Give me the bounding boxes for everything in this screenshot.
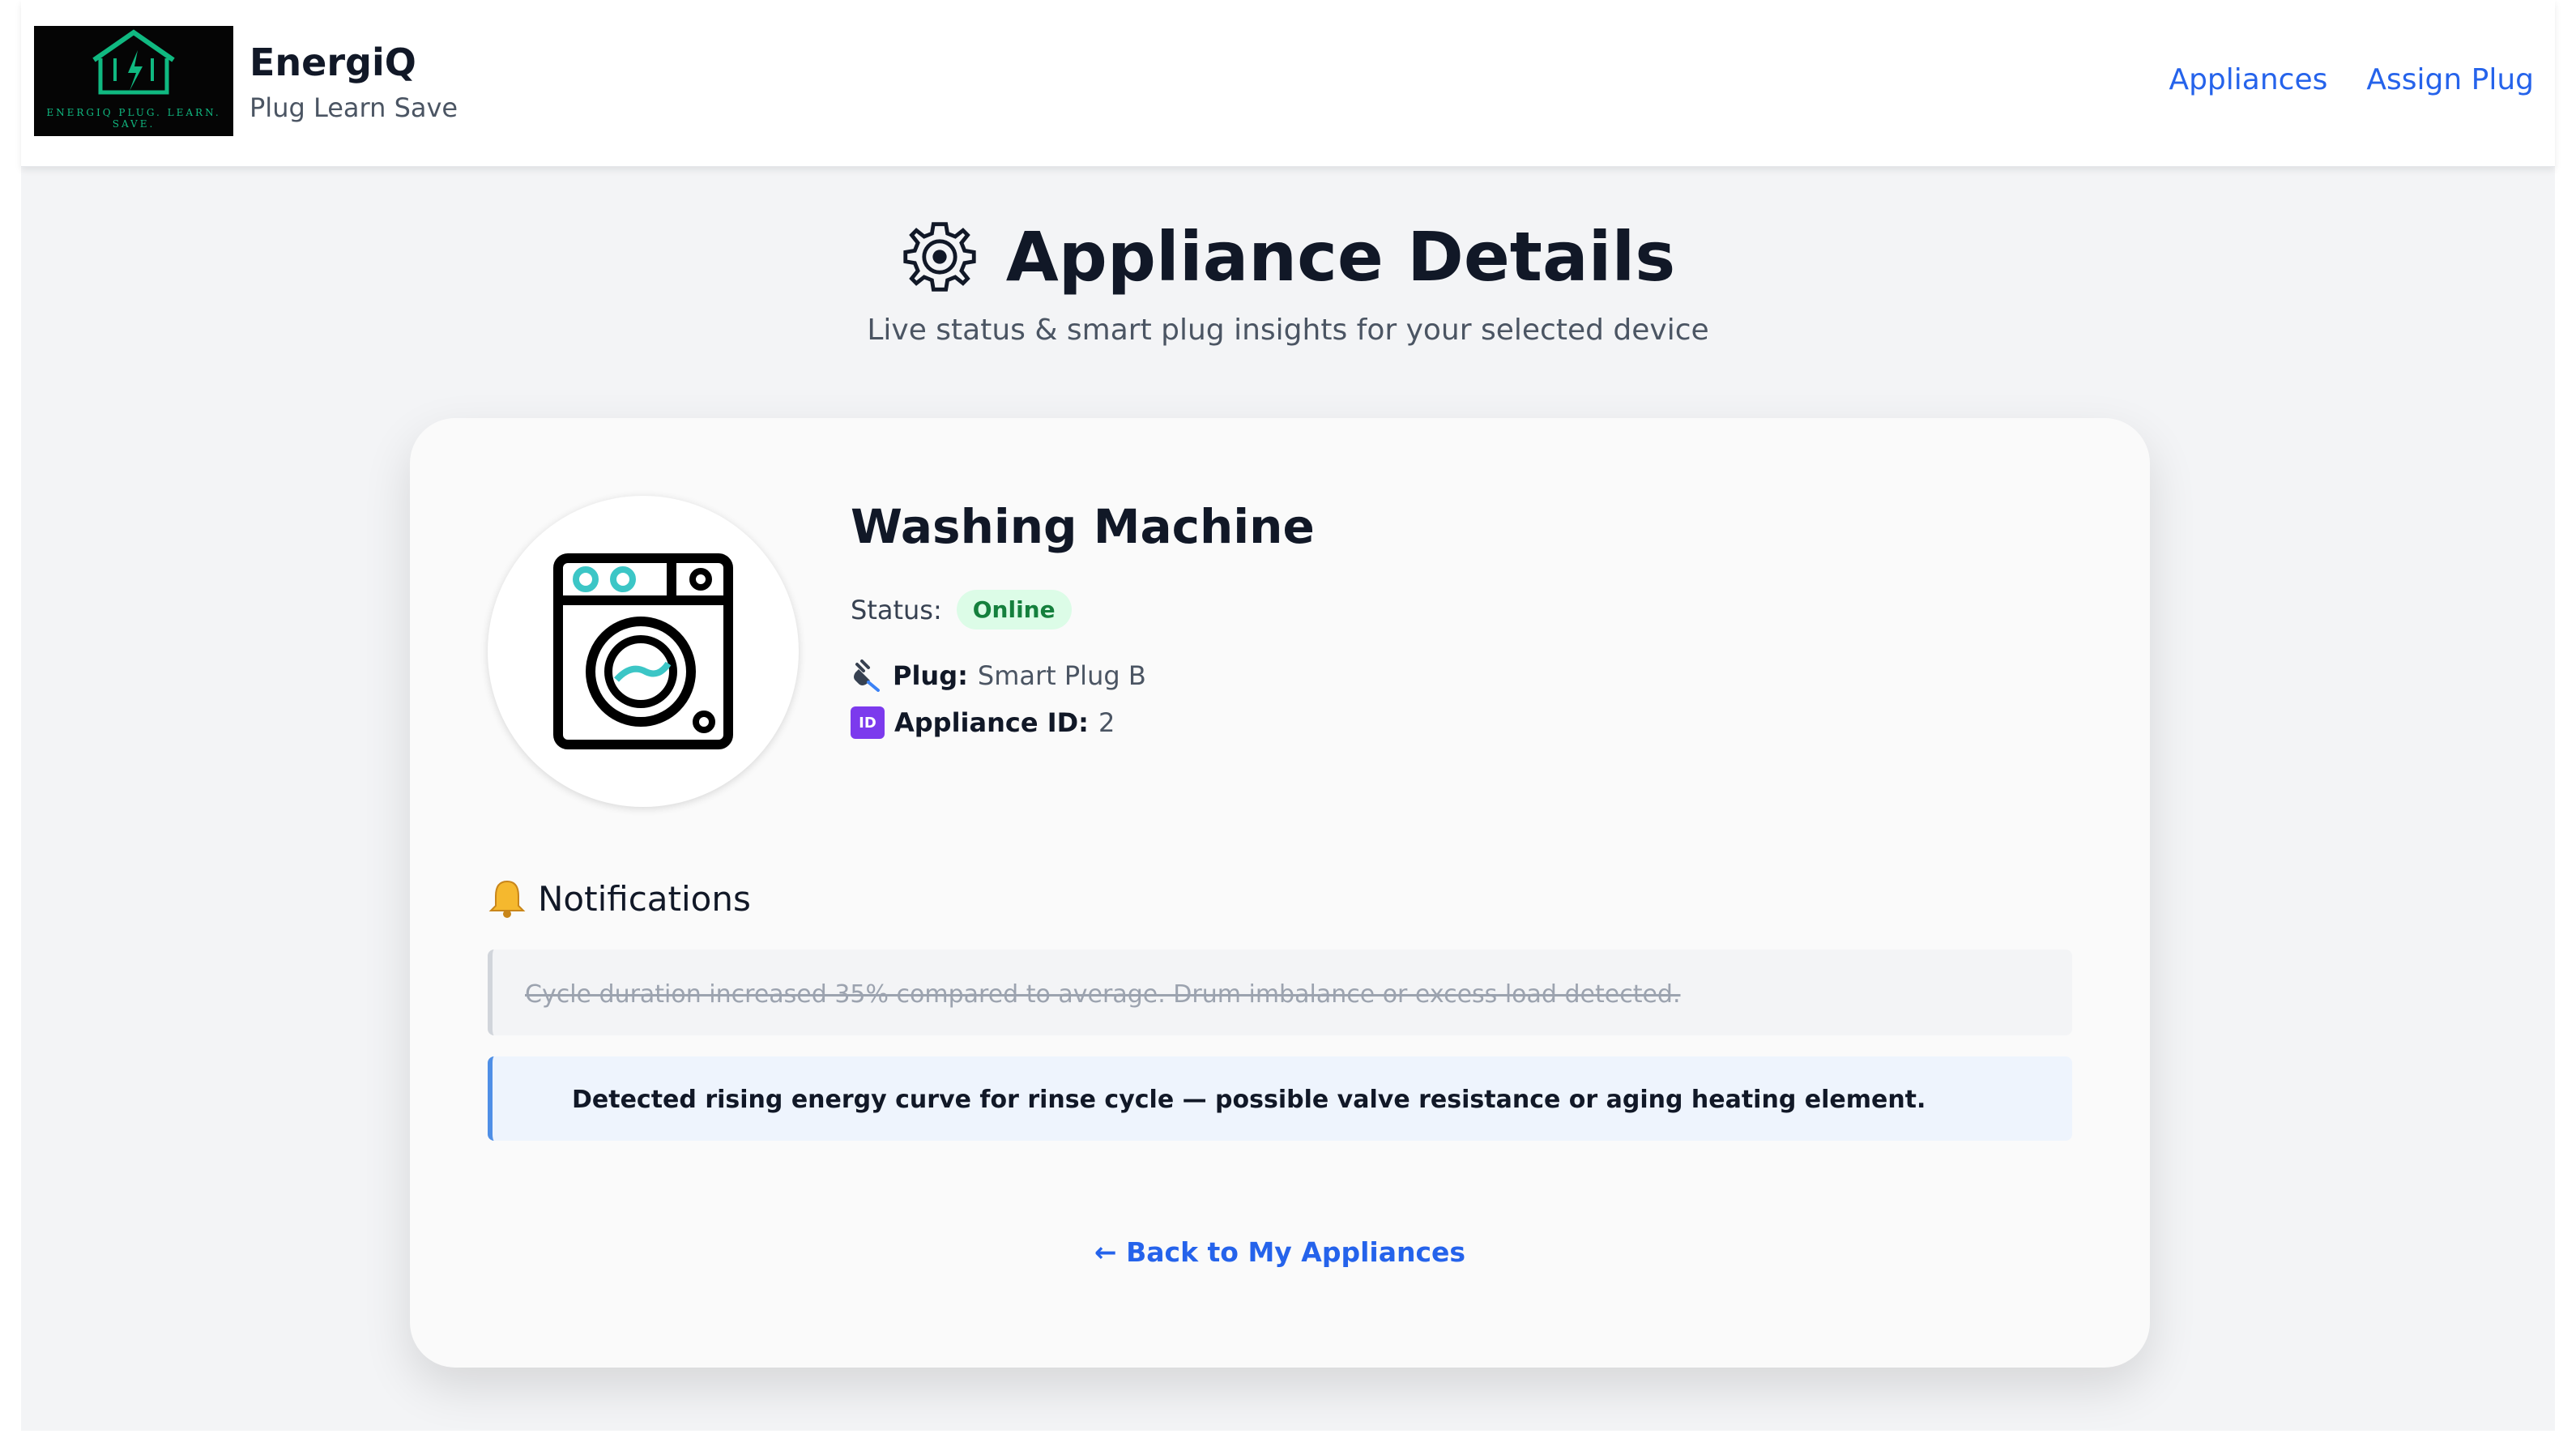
status-badge: Online	[956, 590, 1072, 629]
appliance-name: Washing Machine	[851, 499, 1315, 554]
page-title: Appliance Details	[901, 217, 1675, 297]
status-label: Status:	[851, 594, 942, 625]
main-nav: Appliances Assign Plug	[2169, 63, 2534, 96]
washing-machine-icon	[553, 553, 733, 749]
plug-row: Plug: Smart Plug B	[851, 659, 1146, 692]
notification-item-new[interactable]: Detected rising energy curve for rinse c…	[488, 1056, 2072, 1141]
brand-tagline: Plug Learn Save	[249, 92, 458, 123]
plug-label: Plug:	[893, 660, 968, 691]
bell-icon	[488, 880, 526, 918]
appliance-id-value: 2	[1098, 707, 1115, 738]
logo-lettering: ENERGIQ PLUG. LEARN. SAVE.	[46, 107, 221, 130]
gear-icon	[903, 222, 976, 292]
nav-appliances-link[interactable]: Appliances	[2169, 63, 2327, 96]
page-heading: Appliance Details Live status & smart pl…	[21, 217, 2555, 347]
brand-logo[interactable]: ENERGIQ PLUG. LEARN. SAVE.	[34, 26, 233, 136]
brand-name: EnergiQ	[249, 41, 416, 84]
status-row: Status: Online	[851, 590, 1072, 629]
notifications-title: Notifications	[538, 878, 751, 919]
nav-assign-plug-link[interactable]: Assign Plug	[2366, 63, 2534, 96]
appliance-avatar	[488, 496, 799, 807]
id-badge-icon: ID	[851, 706, 885, 739]
back-to-appliances-link[interactable]: ← Back to My Appliances	[410, 1236, 2150, 1268]
appliance-card: Washing Machine Status: Online Plug: Sma…	[410, 418, 2150, 1368]
page-frame: ENERGIQ PLUG. LEARN. SAVE. EnergiQ Plug …	[21, 0, 2555, 1431]
notifications-heading: Notifications	[488, 878, 751, 919]
top-navbar: ENERGIQ PLUG. LEARN. SAVE. EnergiQ Plug …	[21, 0, 2555, 167]
page-subtitle: Live status & smart plug insights for yo…	[867, 314, 1709, 347]
plug-icon	[854, 659, 880, 692]
appliance-id-row: ID Appliance ID: 2	[851, 706, 1115, 739]
plug-value: Smart Plug B	[977, 660, 1146, 691]
appliance-id-label: Appliance ID:	[894, 707, 1089, 738]
page-title-text: Appliance Details	[1005, 217, 1676, 297]
notification-item-read[interactable]: Cycle duration increased 35% compared to…	[488, 950, 2072, 1035]
